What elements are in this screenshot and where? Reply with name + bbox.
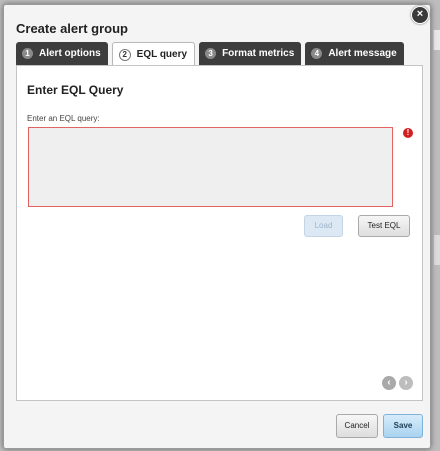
tab-format-metrics[interactable]: 3 Format metrics — [199, 42, 302, 65]
eql-query-input[interactable] — [28, 127, 393, 207]
panel-heading: Enter EQL Query — [27, 83, 124, 97]
tab-label: Alert options — [39, 48, 101, 59]
eql-query-panel: Enter EQL Query Enter an EQL query: ! Lo… — [16, 65, 423, 401]
chevron-right-icon[interactable]: › — [399, 376, 413, 390]
tab-label: EQL query — [136, 49, 188, 60]
background-window-edge — [433, 30, 440, 50]
tab-label: Format metrics — [222, 48, 295, 59]
step-number-badge: 2 — [118, 48, 131, 61]
tab-eql-query[interactable]: 2 EQL query — [111, 42, 196, 66]
step-number-badge: 1 — [22, 48, 33, 59]
tab-alert-message[interactable]: 4 Alert message — [305, 42, 404, 65]
pager: ‹ › — [382, 376, 413, 390]
create-alert-group-dialog: Create alert group 1 Alert options 2 EQL… — [3, 4, 431, 449]
wizard-tabs: 1 Alert options 2 EQL query 3 Format met… — [16, 42, 404, 66]
close-icon[interactable]: × — [411, 6, 429, 24]
cancel-button[interactable]: Cancel — [336, 414, 378, 438]
dialog-title: Create alert group — [16, 21, 128, 36]
chevron-left-icon[interactable]: ‹ — [382, 376, 396, 390]
query-field-label: Enter an EQL query: — [27, 114, 100, 123]
step-number-badge: 4 — [311, 48, 323, 59]
step-number-badge: 3 — [205, 48, 217, 59]
tab-alert-options[interactable]: 1 Alert options — [16, 42, 108, 65]
save-button[interactable]: Save — [383, 414, 423, 438]
test-eql-button[interactable]: Test EQL — [358, 215, 410, 237]
exclamation-icon: ! — [403, 128, 413, 138]
background-window-edge — [434, 235, 440, 265]
tab-label: Alert message — [328, 48, 397, 59]
load-button[interactable]: Load — [304, 215, 343, 237]
